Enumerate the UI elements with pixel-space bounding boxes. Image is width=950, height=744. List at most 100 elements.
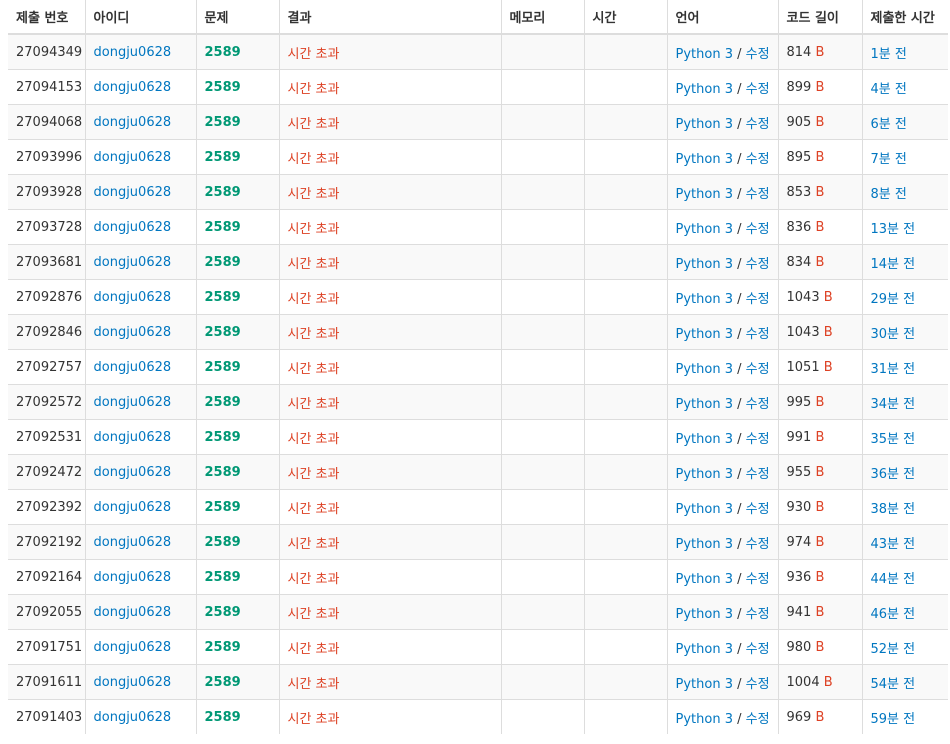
user-link[interactable]: dongju0628: [94, 605, 172, 620]
submitted-time-link[interactable]: 7분 전: [871, 152, 907, 167]
language-link[interactable]: Python 3: [676, 187, 733, 202]
edit-link[interactable]: 수정: [746, 257, 770, 272]
submitted-time-link[interactable]: 36분 전: [871, 467, 916, 482]
problem-link[interactable]: 2589: [205, 640, 241, 655]
problem-link[interactable]: 2589: [205, 45, 241, 60]
language-link[interactable]: Python 3: [676, 502, 733, 517]
user-link[interactable]: dongju0628: [94, 80, 172, 95]
user-link[interactable]: dongju0628: [94, 710, 172, 725]
submitted-time-link[interactable]: 29분 전: [871, 292, 916, 307]
language-link[interactable]: Python 3: [676, 222, 733, 237]
edit-link[interactable]: 수정: [746, 537, 770, 552]
language-link[interactable]: Python 3: [676, 432, 733, 447]
submitted-time-link[interactable]: 1분 전: [871, 47, 907, 62]
problem-link[interactable]: 2589: [205, 255, 241, 270]
submitted-time-link[interactable]: 59분 전: [871, 712, 916, 727]
user-link[interactable]: dongju0628: [94, 570, 172, 585]
edit-link[interactable]: 수정: [746, 677, 770, 692]
user-link[interactable]: dongju0628: [94, 395, 172, 410]
edit-link[interactable]: 수정: [746, 432, 770, 447]
edit-link[interactable]: 수정: [746, 572, 770, 587]
edit-link[interactable]: 수정: [746, 642, 770, 657]
language-link[interactable]: Python 3: [676, 362, 733, 377]
problem-link[interactable]: 2589: [205, 325, 241, 340]
problem-link[interactable]: 2589: [205, 535, 241, 550]
edit-link[interactable]: 수정: [746, 47, 770, 62]
language-link[interactable]: Python 3: [676, 712, 733, 727]
language-link[interactable]: Python 3: [676, 152, 733, 167]
user-link[interactable]: dongju0628: [94, 675, 172, 690]
submitted-time-link[interactable]: 34분 전: [871, 397, 916, 412]
language-link[interactable]: Python 3: [676, 327, 733, 342]
edit-link[interactable]: 수정: [746, 327, 770, 342]
language-link[interactable]: Python 3: [676, 607, 733, 622]
problem-link[interactable]: 2589: [205, 465, 241, 480]
submitted-time-link[interactable]: 31분 전: [871, 362, 916, 377]
submitted-time-link[interactable]: 35분 전: [871, 432, 916, 447]
problem-link[interactable]: 2589: [205, 710, 241, 725]
user-link[interactable]: dongju0628: [94, 500, 172, 515]
language-link[interactable]: Python 3: [676, 642, 733, 657]
problem-link[interactable]: 2589: [205, 185, 241, 200]
user-link[interactable]: dongju0628: [94, 185, 172, 200]
language-link[interactable]: Python 3: [676, 117, 733, 132]
problem-link[interactable]: 2589: [205, 290, 241, 305]
problem-link[interactable]: 2589: [205, 605, 241, 620]
edit-link[interactable]: 수정: [746, 117, 770, 132]
submitted-time-link[interactable]: 8분 전: [871, 187, 907, 202]
problem-link[interactable]: 2589: [205, 80, 241, 95]
edit-link[interactable]: 수정: [746, 82, 770, 97]
problem-link[interactable]: 2589: [205, 220, 241, 235]
problem-link[interactable]: 2589: [205, 395, 241, 410]
edit-link[interactable]: 수정: [746, 467, 770, 482]
submitted-time-link[interactable]: 13분 전: [871, 222, 916, 237]
submitted-time-link[interactable]: 14분 전: [871, 257, 916, 272]
user-link[interactable]: dongju0628: [94, 535, 172, 550]
user-link[interactable]: dongju0628: [94, 325, 172, 340]
submitted-time-link[interactable]: 6분 전: [871, 117, 907, 132]
edit-link[interactable]: 수정: [746, 607, 770, 622]
user-link[interactable]: dongju0628: [94, 220, 172, 235]
edit-link[interactable]: 수정: [746, 187, 770, 202]
edit-link[interactable]: 수정: [746, 397, 770, 412]
language-link[interactable]: Python 3: [676, 47, 733, 62]
problem-link[interactable]: 2589: [205, 675, 241, 690]
language-link[interactable]: Python 3: [676, 292, 733, 307]
user-link[interactable]: dongju0628: [94, 290, 172, 305]
user-link[interactable]: dongju0628: [94, 360, 172, 375]
language-link[interactable]: Python 3: [676, 677, 733, 692]
problem-link[interactable]: 2589: [205, 360, 241, 375]
user-link[interactable]: dongju0628: [94, 115, 172, 130]
edit-link[interactable]: 수정: [746, 362, 770, 377]
problem-link[interactable]: 2589: [205, 115, 241, 130]
language-link[interactable]: Python 3: [676, 257, 733, 272]
submitted-time-link[interactable]: 46분 전: [871, 607, 916, 622]
edit-link[interactable]: 수정: [746, 152, 770, 167]
problem-link[interactable]: 2589: [205, 500, 241, 515]
language-link[interactable]: Python 3: [676, 397, 733, 412]
language-link[interactable]: Python 3: [676, 82, 733, 97]
user-link[interactable]: dongju0628: [94, 255, 172, 270]
language-link[interactable]: Python 3: [676, 467, 733, 482]
submitted-time-link[interactable]: 43분 전: [871, 537, 916, 552]
edit-link[interactable]: 수정: [746, 502, 770, 517]
edit-link[interactable]: 수정: [746, 712, 770, 727]
language-link[interactable]: Python 3: [676, 572, 733, 587]
problem-link[interactable]: 2589: [205, 150, 241, 165]
submitted-time-link[interactable]: 52분 전: [871, 642, 916, 657]
submitted-time-link[interactable]: 38분 전: [871, 502, 916, 517]
user-link[interactable]: dongju0628: [94, 465, 172, 480]
user-link[interactable]: dongju0628: [94, 430, 172, 445]
submitted-time-link[interactable]: 4분 전: [871, 82, 907, 97]
edit-link[interactable]: 수정: [746, 292, 770, 307]
submitted-time-link[interactable]: 54분 전: [871, 677, 916, 692]
user-link[interactable]: dongju0628: [94, 150, 172, 165]
language-link[interactable]: Python 3: [676, 537, 733, 552]
user-link[interactable]: dongju0628: [94, 640, 172, 655]
user-link[interactable]: dongju0628: [94, 45, 172, 60]
problem-link[interactable]: 2589: [205, 570, 241, 585]
edit-link[interactable]: 수정: [746, 222, 770, 237]
submitted-time-link[interactable]: 44분 전: [871, 572, 916, 587]
problem-link[interactable]: 2589: [205, 430, 241, 445]
submitted-time-link[interactable]: 30분 전: [871, 327, 916, 342]
